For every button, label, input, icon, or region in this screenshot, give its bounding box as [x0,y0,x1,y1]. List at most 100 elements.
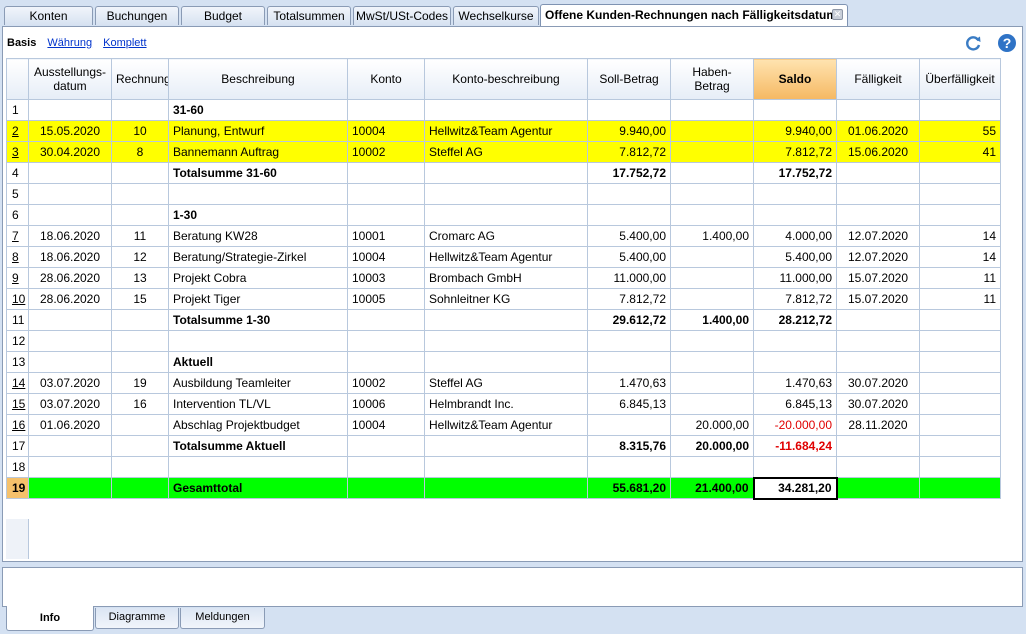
tab-mwst-codes[interactable]: MwSt/USt-Codes [353,6,451,25]
account-cell[interactable] [347,99,425,121]
invoice-cell[interactable]: 8 [111,141,169,163]
due-date-cell[interactable]: 15.07.2020 [836,267,920,289]
overdue-cell[interactable]: 55 [919,120,1001,142]
row-number[interactable]: 18 [6,456,29,478]
description-cell[interactable]: Bannemann Auftrag [168,141,348,163]
due-date-cell[interactable] [836,183,920,205]
table-row[interactable]: 13 Aktuell [6,351,1001,373]
tab-diagramme[interactable]: Diagramme [95,608,179,629]
account-cell[interactable]: 10004 [347,246,425,268]
credit-cell[interactable] [670,204,754,226]
description-cell[interactable]: Totalsumme 31-60 [168,162,348,184]
row-number[interactable]: 19 [6,477,29,499]
invoice-cell[interactable]: 12 [111,246,169,268]
account-cell[interactable] [347,435,425,457]
due-date-cell[interactable]: 15.07.2020 [836,288,920,310]
balance-cell[interactable] [753,456,837,478]
row-number[interactable]: 2 [6,120,29,142]
account-description-cell[interactable]: Brombach GmbH [424,267,588,289]
row-number[interactable]: 8 [6,246,29,268]
table-row[interactable]: 15 03.07.2020 16 Intervention TL/VL 10006 Hel… [6,393,1001,415]
account-description-cell[interactable]: Hellwitz&Team Agentur [424,246,588,268]
account-description-cell[interactable]: Hellwitz&Team Agentur [424,414,588,436]
debit-cell[interactable] [587,183,671,205]
account-cell[interactable] [347,309,425,331]
invoice-cell[interactable] [111,477,169,499]
date-cell[interactable] [28,351,112,373]
overdue-cell[interactable]: 11 [919,288,1001,310]
tab-budget[interactable]: Budget [181,6,265,25]
due-date-cell[interactable] [836,477,920,499]
description-cell[interactable]: Abschlag Projektbudget [168,414,348,436]
credit-cell[interactable] [670,120,754,142]
row-number[interactable]: 7 [6,225,29,247]
invoice-cell[interactable]: 19 [111,372,169,394]
header-balance[interactable]: Saldo [753,58,837,100]
debit-cell[interactable]: 29.612,72 [587,309,671,331]
due-date-cell[interactable]: 15.06.2020 [836,141,920,163]
invoice-cell[interactable] [111,330,169,352]
invoice-cell[interactable] [111,414,169,436]
tab-meldungen[interactable]: Meldungen [180,608,265,629]
balance-cell[interactable] [753,99,837,121]
tab-info[interactable]: Info [6,606,94,631]
date-cell[interactable]: 15.05.2020 [28,120,112,142]
header-invoice[interactable]: Rechnung [111,58,169,100]
invoice-cell[interactable] [111,351,169,373]
date-cell[interactable]: 01.06.2020 [28,414,112,436]
due-date-cell[interactable]: 01.06.2020 [836,120,920,142]
date-cell[interactable]: 03.07.2020 [28,393,112,415]
row-number[interactable]: 17 [6,435,29,457]
row-number[interactable]: 12 [6,330,29,352]
overdue-cell[interactable] [919,162,1001,184]
debit-cell[interactable] [587,414,671,436]
tab-totalsummen[interactable]: Totalsummen [267,6,351,25]
invoice-cell[interactable]: 11 [111,225,169,247]
debit-cell[interactable]: 8.315,76 [587,435,671,457]
credit-cell[interactable] [670,330,754,352]
help-icon[interactable]: ? [997,33,1017,53]
overdue-cell[interactable] [919,99,1001,121]
balance-cell[interactable] [753,204,837,226]
table-row[interactable]: 17 Totalsumme Aktuell 8.315,76 20.000,00 -11… [6,435,1001,457]
credit-cell[interactable] [670,372,754,394]
description-cell[interactable]: Ausbildung Teamleiter [168,372,348,394]
debit-cell[interactable]: 5.400,00 [587,246,671,268]
account-description-cell[interactable] [424,435,588,457]
due-date-cell[interactable] [836,309,920,331]
due-date-cell[interactable] [836,162,920,184]
header-debit[interactable]: Soll-Betrag [587,58,671,100]
row-number[interactable]: 16 [6,414,29,436]
debit-cell[interactable] [587,99,671,121]
date-cell[interactable] [28,477,112,499]
account-cell[interactable] [347,456,425,478]
credit-cell[interactable] [670,99,754,121]
overdue-cell[interactable]: 11 [919,267,1001,289]
overdue-cell[interactable] [919,456,1001,478]
balance-cell[interactable] [753,183,837,205]
credit-cell[interactable] [670,162,754,184]
account-description-cell[interactable] [424,99,588,121]
date-cell[interactable]: 18.06.2020 [28,246,112,268]
debit-cell[interactable]: 9.940,00 [587,120,671,142]
row-number[interactable]: 1 [6,99,29,121]
debit-cell[interactable]: 7.812,72 [587,141,671,163]
tab-wechselkurse[interactable]: Wechselkurse [453,6,539,25]
debit-cell[interactable]: 7.812,72 [587,288,671,310]
overdue-cell[interactable]: 41 [919,141,1001,163]
overdue-cell[interactable] [919,477,1001,499]
account-description-cell[interactable] [424,162,588,184]
account-cell[interactable]: 10003 [347,267,425,289]
row-number[interactable]: 15 [6,393,29,415]
invoice-cell[interactable]: 13 [111,267,169,289]
invoice-cell[interactable]: 15 [111,288,169,310]
balance-cell[interactable]: 28.212,72 [753,309,837,331]
credit-cell[interactable]: 1.400,00 [670,225,754,247]
description-cell[interactable]: Totalsumme Aktuell [168,435,348,457]
table-row[interactable]: 4 Totalsumme 31-60 17.752,72 17.752,72 [6,162,1001,184]
account-description-cell[interactable] [424,351,588,373]
table-row[interactable]: 18 [6,456,1001,478]
table-row[interactable]: 5 [6,183,1001,205]
debit-cell[interactable] [587,456,671,478]
balance-cell[interactable]: -20.000,00 [753,414,837,436]
